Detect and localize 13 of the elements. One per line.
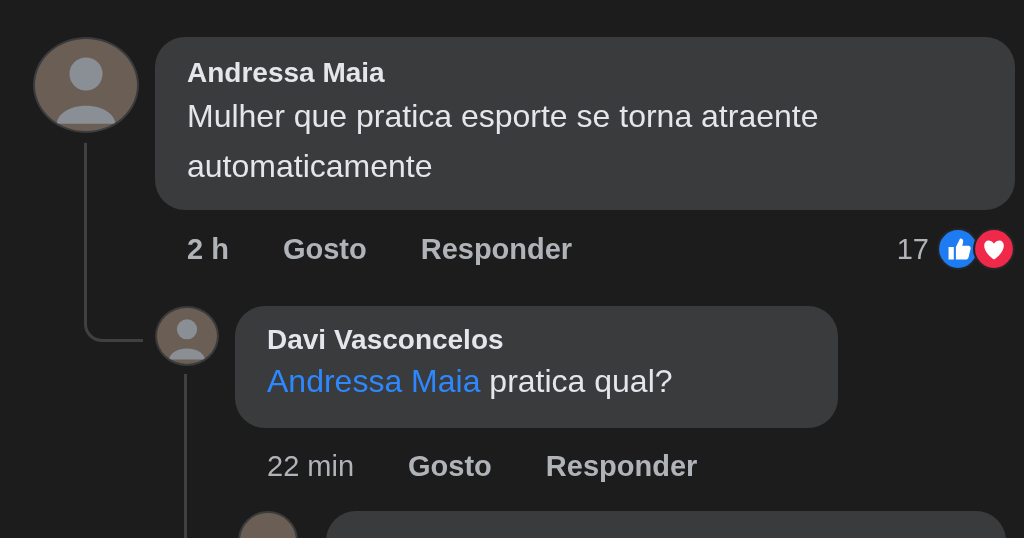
author-name[interactable]: Davi Vasconcelos [267, 322, 806, 358]
comment-time[interactable]: 2 h [187, 232, 229, 266]
heart-reaction-icon[interactable] [973, 228, 1015, 270]
reply-button[interactable]: Responder [545, 450, 698, 483]
like-button[interactable]: Gosto [282, 232, 367, 266]
reply-button[interactable]: Responder [420, 232, 573, 266]
like-reaction-icon[interactable] [937, 228, 979, 270]
reply-time[interactable]: 22 min [267, 450, 355, 483]
author-name[interactable]: Andressa Maia [187, 55, 983, 91]
comment-text: Mulher que pratica esporte se torna atraente automaticamente [187, 97, 820, 186]
like-button[interactable]: Gosto [408, 450, 492, 483]
reaction-count[interactable]: 17 [896, 232, 929, 266]
reply-text: Andressa Maia pratica qual? [267, 362, 674, 401]
